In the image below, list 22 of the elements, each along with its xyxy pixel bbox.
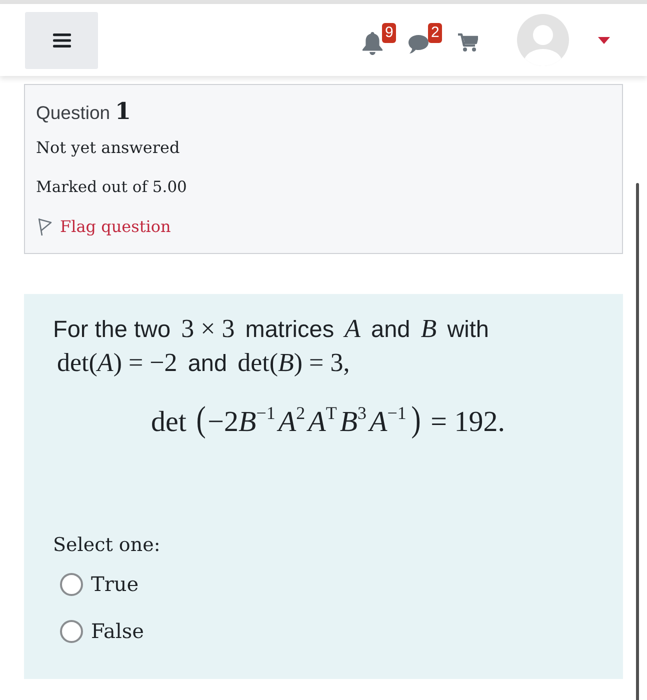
answer-option[interactable]: False [60, 616, 144, 646]
question-number: 1 [115, 97, 132, 127]
answer-option[interactable]: True [60, 569, 139, 599]
message-badge: 2 [428, 23, 442, 43]
flag-icon [38, 218, 52, 236]
scrollbar-thumb[interactable] [636, 183, 639, 700]
flag-question-link[interactable]: Flag question [36, 215, 171, 239]
radio-button[interactable] [60, 620, 83, 642]
radio-button[interactable] [60, 572, 83, 596]
chat-bubble-icon[interactable] [408, 34, 429, 54]
equation: det (−2B$^{−1}$A$^{2}$A$^{T}$B$^{3}$A$^{−1}$) = 192. [150, 400, 506, 440]
menu-icon [52, 32, 70, 48]
cart-icon[interactable] [458, 32, 478, 52]
caret-icon[interactable] [598, 36, 610, 44]
question-label: Question [36, 101, 110, 125]
grade-text: Marked out of 5.00 [36, 177, 188, 198]
question-text: For the two 3 × 3 matrices A and B with det(A) = −2 and det(B) = 3, [53, 313, 490, 379]
answer-prompt: Select one: [53, 533, 162, 558]
answer-status: Not yet answered [36, 137, 181, 159]
notification-badge: 9 [382, 22, 396, 42]
bell-icon[interactable] [362, 32, 383, 54]
menu-button[interactable] [25, 12, 98, 68]
